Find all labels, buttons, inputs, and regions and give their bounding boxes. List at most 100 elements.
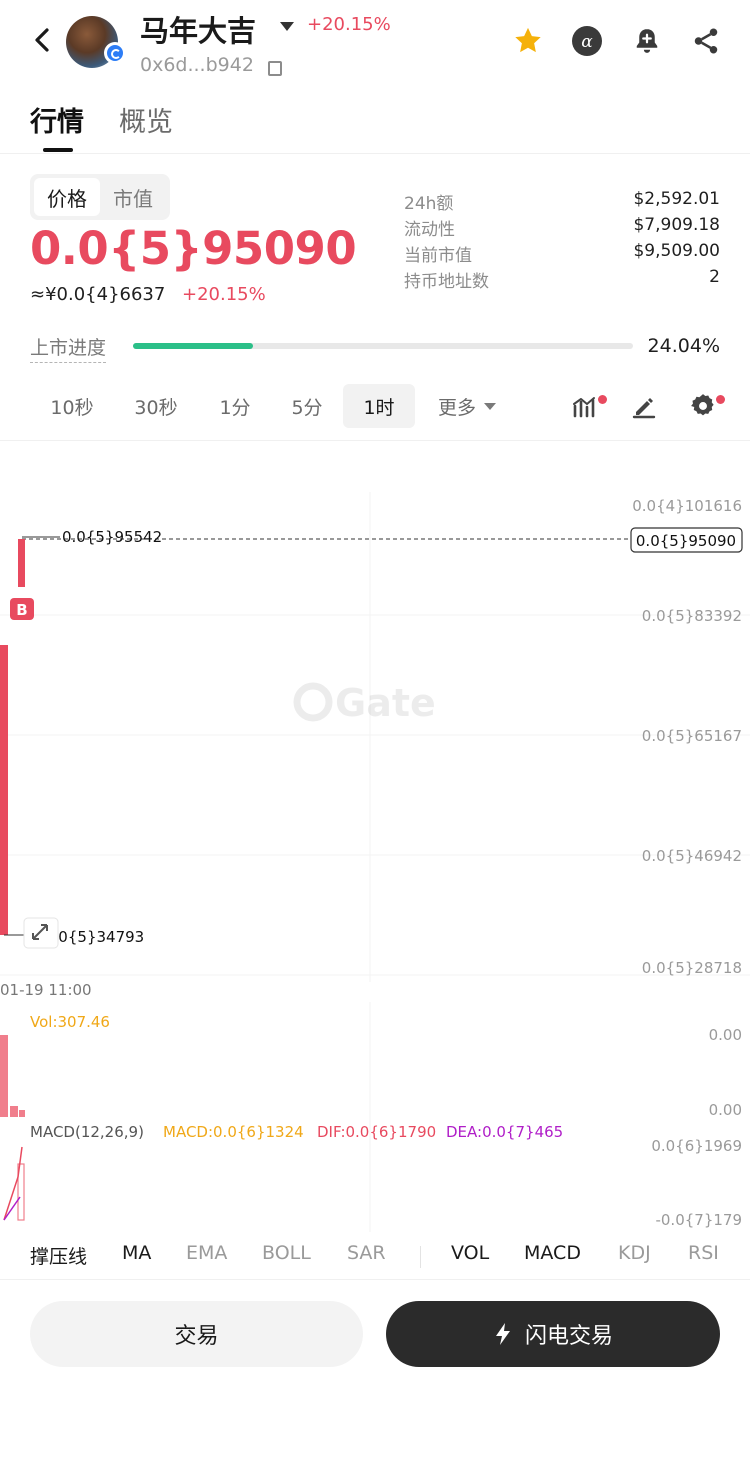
chevron-left-icon (35, 28, 49, 52)
stat-value-volume: $2,592.01 (633, 189, 720, 209)
listing-progress-value: 24.04% (647, 335, 720, 357)
contract-address: 0x6d...b942 (140, 54, 254, 76)
tab-active-indicator (43, 148, 73, 152)
token-dropdown-icon[interactable] (280, 22, 294, 31)
interval-1m[interactable]: 1分 (204, 384, 266, 428)
indicator-sar[interactable]: SAR (347, 1242, 386, 1264)
volume-axis-label: 0.00 (709, 1101, 742, 1119)
stat-value-market-cap: $9,509.00 (633, 241, 720, 261)
notification-dot (598, 395, 607, 404)
stat-label-volume: 24h额 (404, 194, 454, 214)
dea-value: DEA:0.0{7}465 (446, 1123, 563, 1141)
token-name[interactable]: 马年大吉 (140, 8, 256, 50)
listing-progress-fill (133, 343, 254, 349)
kline-chart[interactable]: Gate 0.0{4}101616 0.0{5}83392 0.0{5}6516… (0, 442, 750, 1242)
share-button[interactable] (689, 24, 723, 58)
stat-label-liquidity: 流动性 (404, 220, 455, 240)
indicator-rsi[interactable]: RSI (688, 1242, 728, 1264)
chain-badge-icon (104, 42, 126, 64)
indicator-vol[interactable]: VOL (451, 1242, 489, 1264)
volume-bar (0, 1035, 8, 1117)
trade-button-label: 交易 (174, 1324, 219, 1349)
current-price: 0.0{5}95090 (30, 222, 357, 275)
volume-label: Vol:307.46 (30, 1013, 110, 1031)
caret-down-icon (484, 402, 496, 410)
bell-plus-icon (636, 29, 658, 53)
stat-value-liquidity: $7,909.18 (633, 215, 720, 235)
draw-tool-button[interactable] (630, 392, 660, 422)
chart-grid (0, 492, 750, 1232)
macd-axis-label: -0.0{7}179 (655, 1211, 742, 1229)
favorite-button[interactable] (511, 24, 545, 58)
interval-more-button[interactable]: 更多 (424, 384, 510, 428)
indicator-kdj[interactable]: KDJ (618, 1242, 651, 1264)
indicator-boll[interactable]: BOLL (262, 1242, 311, 1264)
price-alert-button[interactable] (630, 24, 664, 58)
dif-value: DIF:0.0{6}1790 (317, 1123, 436, 1141)
price-mcap-toggle: 价格 市值 (30, 174, 170, 220)
volume-axis-label: 0.00 (709, 1026, 742, 1044)
price-change-percent: +20.15% (182, 284, 266, 305)
high-price-label: 0.0{5}95542 (62, 528, 162, 546)
alpha-icon: α (572, 26, 602, 56)
indicator-bar: 撑压线 MA EMA BOLL SAR VOL MACD KDJ RSI (0, 1236, 750, 1280)
seg-market-cap[interactable]: 市值 (100, 178, 166, 216)
tab-overview[interactable]: 概览 (119, 100, 173, 139)
listing-progress-bar (133, 343, 633, 349)
interval-10s[interactable]: 10秒 (36, 384, 108, 428)
stat-value-holders: 2 (709, 267, 720, 287)
macd-params: MACD(12,26,9) (30, 1123, 144, 1141)
divider (420, 1246, 421, 1268)
y-axis-label: 0.0{5}46942 (642, 847, 742, 865)
indicator-ema[interactable]: EMA (186, 1242, 227, 1264)
y-axis-label: 0.0{5}65167 (642, 727, 742, 745)
share-icon (694, 28, 718, 54)
flash-trade-button-label: 闪电交易 (524, 1324, 613, 1349)
interval-1h[interactable]: 1时 (343, 384, 415, 428)
indicator-ma[interactable]: MA (122, 1242, 151, 1264)
notification-dot (716, 395, 725, 404)
svg-text:α: α (581, 32, 593, 52)
seg-price[interactable]: 价格 (34, 178, 100, 216)
price-cny: ≈¥0.0{4}6637 (30, 284, 166, 305)
volume-bar (10, 1106, 18, 1117)
candle (18, 539, 25, 587)
tab-market[interactable]: 行情 (30, 100, 84, 139)
gate-watermark: Gate (293, 681, 436, 725)
chart-settings-button[interactable] (689, 392, 725, 422)
gear-icon (691, 394, 714, 416)
chart-indicator-icon (573, 397, 595, 418)
copy-icon[interactable] (268, 57, 287, 76)
macd-value: MACD:0.0{6}1324 (163, 1123, 304, 1141)
trade-button[interactable]: 交易 (30, 1301, 363, 1367)
current-price-tag-text: 0.0{5}95090 (636, 532, 736, 550)
interval-30s[interactable]: 30秒 (120, 384, 192, 428)
dif-line (3, 1146, 23, 1221)
interval-more-label: 更多 (437, 396, 476, 419)
listing-progress-label[interactable]: 上市进度 (30, 333, 107, 363)
top-header: 马年大吉 +20.15% 0x6d...b942 α (0, 0, 750, 84)
buy-marker-label: B (16, 601, 27, 619)
indicator-button[interactable] (571, 392, 607, 422)
header-change-percent: +20.15% (307, 14, 391, 35)
volume-bar (19, 1110, 25, 1117)
low-price-label: 0.0{5}34793 (44, 928, 144, 946)
stat-label-holders: 持币地址数 (404, 272, 489, 292)
interval-5m[interactable]: 5分 (276, 384, 338, 428)
pencil-icon (632, 398, 656, 419)
star-icon (515, 27, 541, 53)
fullscreen-button[interactable] (23, 917, 59, 949)
watermark-text: Gate (335, 681, 436, 725)
y-axis-label: 0.0{5}28718 (642, 959, 742, 977)
y-axis-label: 0.0{5}83392 (642, 607, 742, 625)
divider (0, 440, 750, 441)
y-axis-label: 0.0{4}101616 (632, 497, 742, 515)
back-button[interactable] (24, 22, 60, 58)
alpha-button[interactable]: α (570, 24, 604, 58)
time-axis-label: 01-19 11:00 (0, 981, 92, 999)
indicator-support-resistance[interactable]: 撑压线 (30, 1242, 87, 1269)
flash-trade-button[interactable]: 闪电交易 (386, 1301, 720, 1367)
indicator-macd[interactable]: MACD (524, 1242, 581, 1264)
main-tabs: 行情 概览 (0, 96, 750, 154)
lightning-icon (495, 1323, 510, 1345)
